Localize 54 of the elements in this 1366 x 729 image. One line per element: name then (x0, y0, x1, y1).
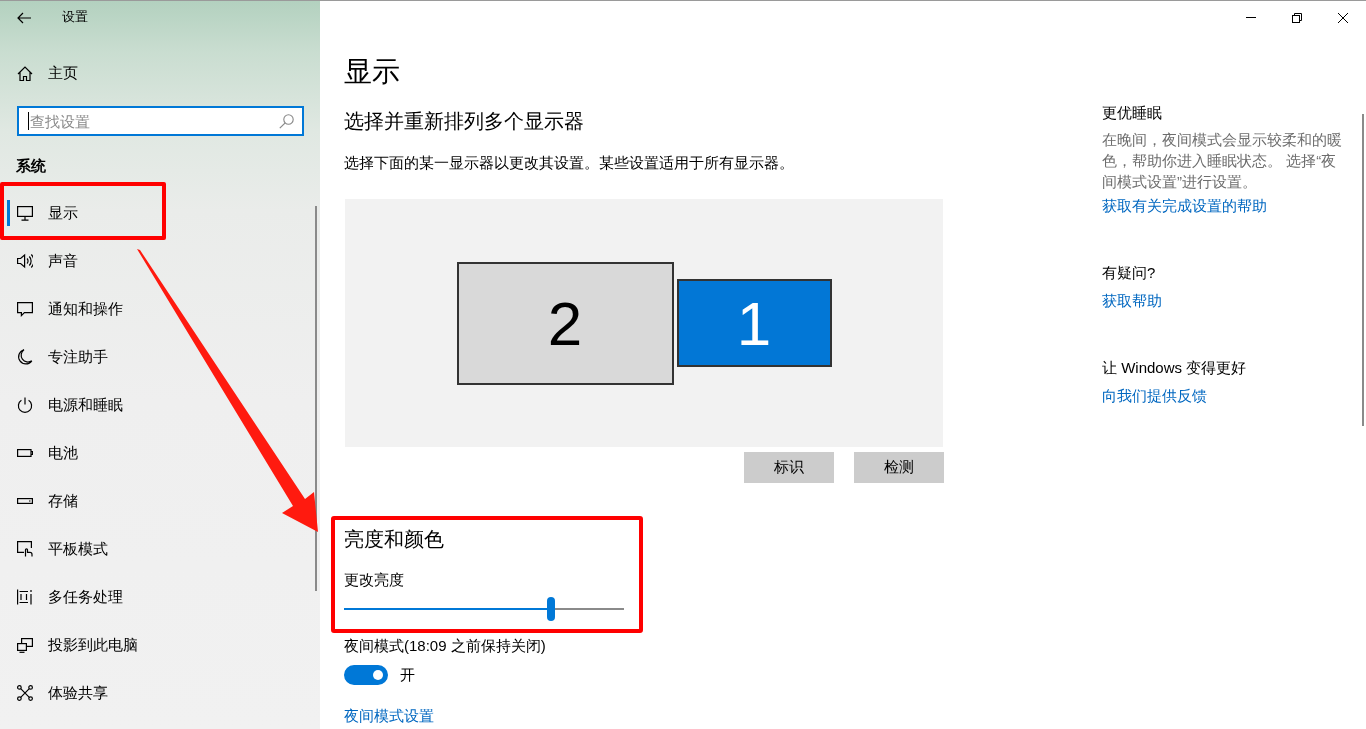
screens-icon (17, 637, 33, 653)
link[interactable]: 夜间模式设置 (344, 706, 434, 726)
link[interactable]: 获取帮助 (1102, 290, 1162, 312)
nav-item[interactable]: 多任务处理 (7, 578, 133, 616)
monitor-tile[interactable]: 1 (676, 279, 832, 367)
nav-item[interactable]: 存储 (7, 482, 88, 520)
arrow-left-icon (17, 11, 31, 24)
related-heading: 更优睡眠 (1102, 103, 1163, 123)
link[interactable]: 向我们提供反馈 (1102, 385, 1207, 407)
nav-item[interactable]: 投影到此电脑 (7, 626, 148, 664)
section-heading: 选择并重新排列多个显示器 (344, 109, 585, 134)
related-heading: 有疑问? (1102, 263, 1157, 283)
toggle-state-label: 开 (400, 665, 415, 685)
search-icon (279, 113, 294, 129)
page-title: 显示 (344, 55, 401, 89)
home-icon (17, 65, 33, 81)
window-title: 设置 (62, 9, 88, 26)
section-heading: 系统 (16, 156, 47, 176)
related-heading: 让 Windows 变得更好 (1102, 358, 1248, 378)
speech-bubble-icon (17, 301, 33, 317)
home-nav-item[interactable]: 主页 (7, 54, 88, 92)
section-heading: 亮度和颜色 (344, 527, 445, 552)
minimize-icon (1246, 17, 1256, 18)
nav-item[interactable]: 平板模式 (7, 530, 118, 568)
nav-item[interactable]: 专注助手 (7, 338, 118, 376)
moon-icon (17, 349, 33, 365)
nav-item[interactable]: 体验共享 (7, 674, 118, 712)
monitor-tile[interactable]: 2 (456, 261, 674, 385)
nav-item[interactable]: 电源和睡眠 (7, 386, 133, 424)
related-text: 在晚间，夜间模式会显示较柔和的暖色，帮助你进入睡眠状态。 选择“夜间模式设置”进行设置。 (1102, 130, 1343, 192)
setting-label: 夜间模式(18:09 之前保持关闭) (344, 636, 547, 656)
tablet-icon (17, 541, 33, 557)
slider-label: 更改亮度 (344, 570, 405, 590)
nodes-icon (17, 685, 33, 701)
link[interactable]: 获取有关完成设置的帮助 (1102, 195, 1267, 217)
power-icon (17, 397, 33, 413)
toggle-switch[interactable] (344, 665, 388, 685)
text-cursor (28, 112, 29, 130)
description-text: 选择下面的某一显示器以更改其设置。某些设置适用于所有显示器。 (344, 154, 795, 173)
scrollbar-thumb[interactable] (315, 206, 317, 591)
slider-thumb[interactable] (547, 597, 556, 621)
command-button[interactable]: 标识 (744, 452, 834, 483)
nav-item[interactable]: 声音 (7, 242, 88, 280)
command-button[interactable]: 检测 (854, 452, 944, 483)
restore-icon (1292, 12, 1302, 23)
search-input[interactable]: 查找设置 (29, 112, 275, 130)
search-box[interactable]: 查找设置 (17, 106, 304, 136)
monitor-icon (17, 205, 33, 221)
speaker-icon (17, 253, 33, 269)
close-icon (1338, 12, 1348, 23)
window-layout-icon (17, 589, 33, 605)
scrollbar-thumb[interactable] (1362, 114, 1364, 426)
nav-item[interactable]: 电池 (7, 434, 88, 472)
nav-item[interactable]: 通知和操作 (7, 290, 133, 328)
